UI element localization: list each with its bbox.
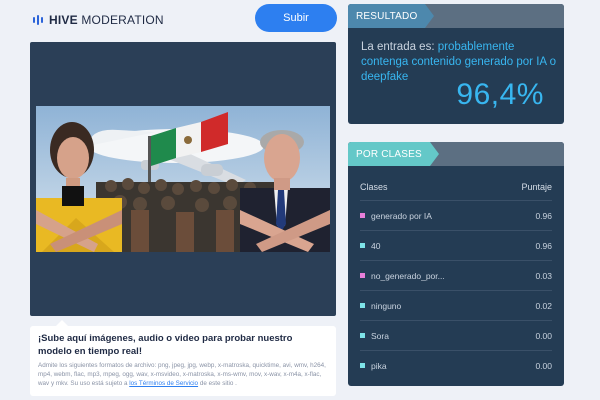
class-label: Sora	[371, 330, 389, 341]
class-label: pika	[371, 360, 387, 371]
supported-formats-text: Admite los siguientes formatos de archiv…	[38, 361, 328, 388]
class-label: generado por IA	[371, 210, 432, 221]
class-label: ninguno	[371, 300, 402, 311]
column-header-class: Clases	[360, 182, 388, 192]
result-prefix: La entrada es:	[361, 41, 435, 53]
classes-table-header: Clases Puntaje	[360, 182, 552, 192]
class-color-swatch	[360, 363, 365, 368]
upload-hint-card: ¡Sube aquí imágenes, audio o video para …	[30, 320, 336, 396]
hive-logo-icon	[33, 15, 43, 25]
table-row: no_generado_por... 0.03	[360, 260, 552, 290]
class-score: 0.96	[535, 240, 552, 251]
result-tag: RESULTADO	[348, 4, 435, 28]
class-color-swatch	[360, 243, 365, 248]
class-color-swatch	[360, 273, 365, 278]
class-label: no_generado_por...	[371, 270, 445, 281]
terms-of-service-link[interactable]: los Términos de Servicio	[129, 380, 198, 387]
logo-light-text: MODERATION	[81, 13, 164, 27]
table-row: generado por IA 0.96	[360, 200, 552, 230]
class-color-swatch	[360, 213, 365, 218]
logo-bold-text: HIVE	[49, 13, 78, 27]
table-row: Sora 0.00	[360, 320, 552, 350]
class-color-swatch	[360, 303, 365, 308]
formats-suffix: de este sitio .	[199, 380, 237, 387]
class-color-swatch	[360, 333, 365, 338]
uploaded-image-graphic	[36, 106, 330, 252]
class-score: 0.03	[535, 270, 552, 281]
class-score: 0.00	[535, 330, 552, 341]
class-score: 0.96	[535, 210, 552, 221]
column-header-score: Puntaje	[521, 182, 552, 192]
upload-hint-title: ¡Sube aquí imágenes, audio o video para …	[38, 333, 293, 357]
uploaded-image	[36, 106, 330, 252]
class-score: 0.00	[535, 360, 552, 371]
table-row: pika 0.00	[360, 350, 552, 380]
classes-panel: POR CLASES Clases Puntaje generado por I…	[348, 142, 564, 386]
table-row: ninguno 0.02	[360, 290, 552, 320]
result-percentage: 96,4%	[456, 78, 544, 111]
classes-tag: POR CLASES	[348, 142, 439, 166]
result-panel: RESULTADO La entrada es: probablemente c…	[348, 4, 564, 124]
class-label: 40	[371, 240, 381, 251]
classes-table-body: generado por IA 0.96 40 0.96 no_generado…	[360, 200, 552, 380]
image-preview-panel	[30, 42, 336, 316]
hive-logo[interactable]: HIVE MODERATION	[33, 13, 164, 27]
class-score: 0.02	[535, 300, 552, 311]
upload-button[interactable]: Subir	[255, 4, 337, 32]
table-row: 40 0.96	[360, 230, 552, 260]
